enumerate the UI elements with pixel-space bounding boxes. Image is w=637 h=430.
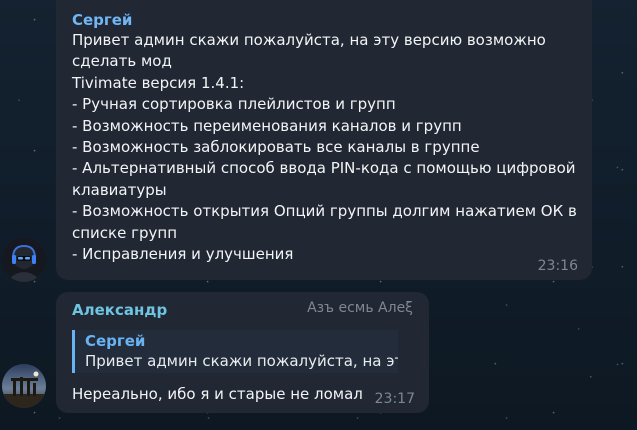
reply-preview[interactable]: Сергей Привет админ скажи пожалуйста, на… [72,330,398,373]
message-text-line: Привет админ скажи пожалуйста, на эту ве… [72,31,546,49]
message-text-line: - Возможность заблокировать все каналы в… [72,138,480,157]
message-bubble[interactable]: Александр Азъ есмь Алеξ Сергей Привет ад… [56,292,429,413]
message-text: Нереально, ибо я и старые не ломал [72,385,363,403]
message-text-line: - Возможность переименования каналов и г… [72,116,462,135]
message-text-line: - Исправления и улучшения [72,245,294,264]
message-text-line: Tivimate версия 1.4.1: [72,73,245,92]
sender-avatar-sergey[interactable] [2,238,46,282]
sender-name[interactable]: Сергей [72,10,576,30]
message-timestamp: 23:17 [374,391,415,407]
message-bubble[interactable]: Сергей Привет админ скажи пожалуйста, на… [56,0,592,280]
reply-author: Сергей [85,332,146,350]
robot-avatar-icon [2,238,46,282]
sender-title-badge: Азъ есмь Алеξ [307,300,413,316]
landscape-avatar-icon [2,364,46,408]
message-text-line: - Возможность открытия Опций группы долг… [72,202,577,221]
message-text-line: сделать мод [72,52,172,71]
message-text-line: - Ручная сортировка плейлистов и групп [72,95,396,114]
message-timestamp: 23:16 [537,258,578,274]
sender-avatar-alexandr[interactable] [2,364,46,408]
reply-text: Привет админ скажи пожалуйста, на эту ..… [85,352,398,370]
message-text-line: клавиатуры [72,180,167,199]
message-text-line: - Альтернативный способ ввода PIN-кода с… [72,159,576,178]
message-text-line: списке групп [72,223,177,242]
